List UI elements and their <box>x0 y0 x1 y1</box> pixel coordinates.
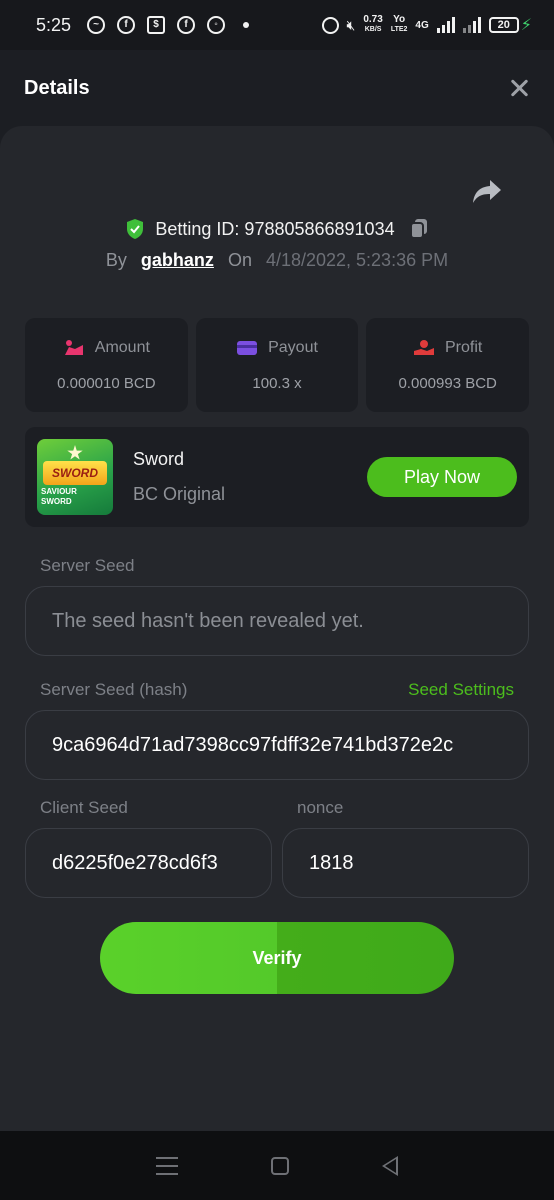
game-provider: BC Original <box>133 484 226 504</box>
nonce-field[interactable]: 1818 <box>282 828 529 898</box>
messenger-icon: ~ <box>87 16 106 34</box>
battery-icon: 20 ⚡ <box>488 15 532 35</box>
close-icon[interactable] <box>508 77 530 99</box>
thumb-subtitle: SAVIOUR SWORD <box>41 487 77 506</box>
client-seed-field[interactable]: d6225f0e278cd6f3 <box>25 828 272 898</box>
bet-stats: Amount 0.000010 BCD Payout 100.3 x Profi… <box>25 318 530 412</box>
status-left: 5:25 ~ f $ f ◦ <box>36 14 250 36</box>
server-hash-label: Server Seed (hash) <box>40 680 188 699</box>
by-label: By <box>105 250 127 270</box>
game-info: Sword BC Original <box>133 449 367 505</box>
profit-icon <box>414 339 434 355</box>
recent-apps-icon[interactable] <box>156 1156 179 1175</box>
client-seed-label: Client Seed <box>40 798 128 817</box>
mute-icon: 🔇︎ <box>346 16 356 33</box>
back-icon[interactable] <box>381 1155 398 1176</box>
on-label: On <box>227 250 252 270</box>
network-type: 4G <box>415 19 429 31</box>
stat-payout-label: Payout <box>268 338 318 356</box>
game-name: Sword <box>133 449 185 469</box>
share-icon[interactable] <box>472 178 502 204</box>
shield-check-icon <box>127 219 144 239</box>
status-bar: 5:25 ~ f $ f ◦ 🔇︎ 0.73 KB/S Yo LTE2 4G 2… <box>0 0 554 50</box>
server-seed-field[interactable]: The seed hasn't been revealed yet. <box>25 586 529 656</box>
server-seed-label: Server Seed <box>40 556 135 575</box>
bet-datetime: 4/18/2022, 5:23:36 PM <box>265 250 449 270</box>
seed-settings-link[interactable]: Seed Settings <box>408 680 514 700</box>
charging-icon: ⚡ <box>520 17 532 34</box>
payout-icon <box>237 340 258 355</box>
alarm-icon <box>321 16 339 34</box>
facebook-icon: f <box>117 16 136 34</box>
stat-payout-head: Payout <box>236 339 318 357</box>
game-thumbnail[interactable]: SWORD SAVIOUR SWORD <box>37 439 113 515</box>
stat-amount-label: Amount <box>94 338 150 356</box>
play-now-button[interactable]: Play Now <box>367 457 517 497</box>
copy-icon[interactable] <box>409 218 429 240</box>
details-panel: Betting ID: 978805866891034 By gabhanz O… <box>0 126 554 1131</box>
username-link[interactable]: gabhanz <box>141 250 214 271</box>
stat-amount-head: Amount <box>63 339 150 357</box>
facebook-icon-2: f <box>177 16 196 34</box>
amount-icon <box>64 339 83 355</box>
sync-icon: ◦ <box>207 16 226 34</box>
thumb-title: SWORD <box>43 461 107 485</box>
stat-profit: Profit 0.000993 BCD <box>366 318 530 412</box>
stat-profit-value: 0.000993 BCD <box>398 374 497 392</box>
stat-payout: Payout 100.3 x <box>195 318 359 412</box>
signal-icon <box>436 17 455 33</box>
signal-icon-2 <box>462 17 481 33</box>
volte-indicator: Yo LTE2 <box>390 14 408 34</box>
thumb-star-icon <box>67 445 83 460</box>
stat-profit-head: Profit <box>413 339 482 357</box>
net-speed: 0.73 KB/S <box>363 14 383 34</box>
server-hash-field[interactable]: 9ca6964d71ad7398cc97fdff32e741bd372e2c <box>25 710 529 780</box>
system-nav-bar <box>0 1131 554 1200</box>
betting-id: Betting ID: 978805866891034 <box>155 218 395 239</box>
game-card: SWORD SAVIOUR SWORD Sword BC Original Pl… <box>25 427 529 527</box>
betting-id-row: Betting ID: 978805866891034 <box>0 218 554 240</box>
home-icon[interactable] <box>270 1156 289 1175</box>
stat-profit-label: Profit <box>445 338 483 356</box>
stat-amount-value: 0.000010 BCD <box>57 374 156 392</box>
more-notifications-icon <box>243 22 250 28</box>
status-time: 5:25 <box>36 14 72 35</box>
nonce-label: nonce <box>297 798 344 817</box>
stat-amount: Amount 0.000010 BCD <box>25 318 188 412</box>
details-header: Details <box>0 50 554 126</box>
bet-author-row: By gabhanz On 4/18/2022, 5:23:36 PM <box>0 250 554 271</box>
verify-button[interactable]: Verify <box>100 922 454 994</box>
stat-payout-value: 100.3 x <box>252 374 302 392</box>
page-title: Details <box>24 76 90 99</box>
status-right: 🔇︎ 0.73 KB/S Yo LTE2 4G 20 ⚡ <box>321 14 532 35</box>
shop-icon: $ <box>147 16 166 34</box>
